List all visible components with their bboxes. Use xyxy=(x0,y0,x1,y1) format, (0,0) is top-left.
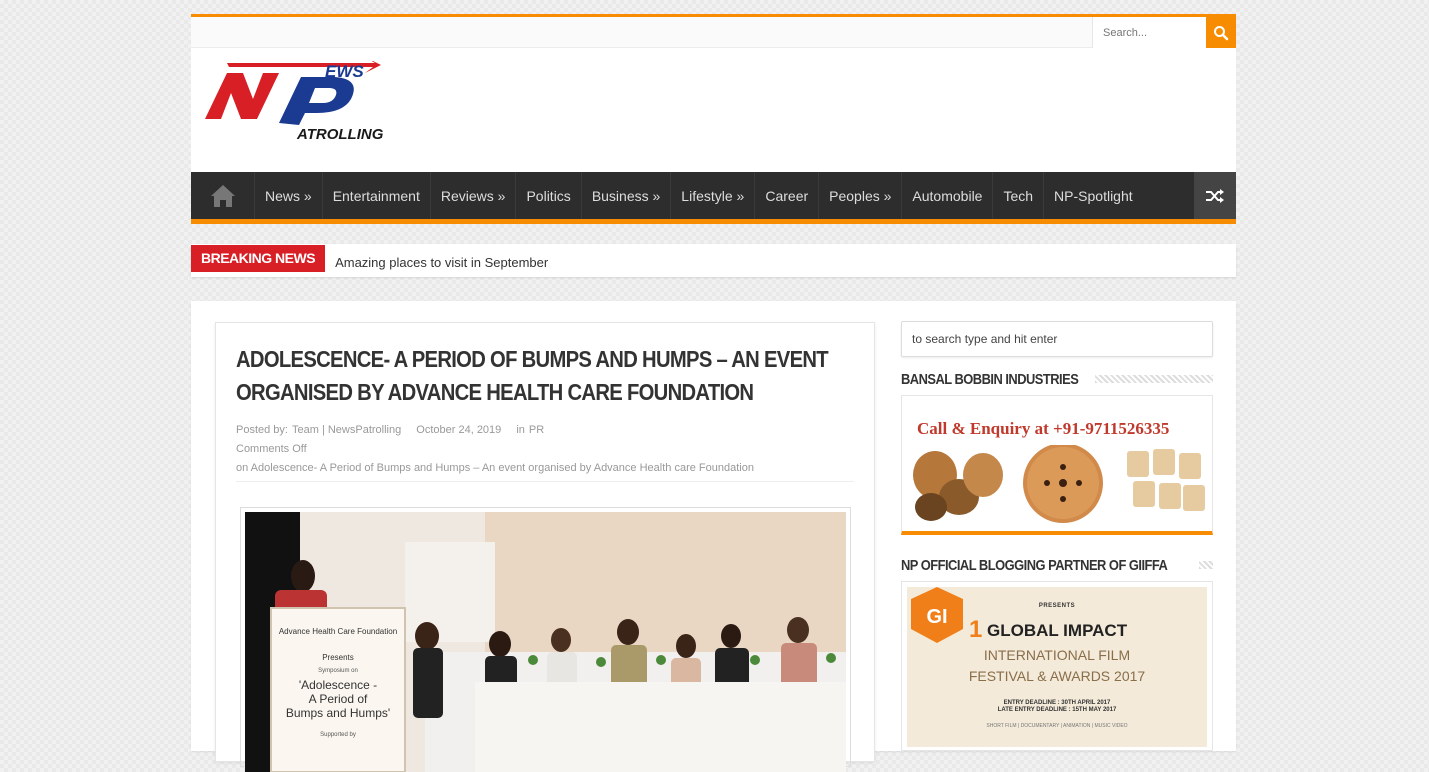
home-icon xyxy=(210,184,235,207)
featured-image[interactable]: Advance Health Care Foundation Presents … xyxy=(245,512,846,772)
bansal-ad[interactable]: Call & Enquiry at +91-9711526335 xyxy=(901,395,1213,535)
nav-item-automobile[interactable]: Automobile xyxy=(902,172,994,219)
giiffa-title: GLOBAL IMPACT xyxy=(987,621,1128,640)
category-link[interactable]: PR xyxy=(529,424,544,436)
giiffa-number: 1 xyxy=(969,616,983,643)
widget-title-stripes xyxy=(1198,561,1213,569)
site-header: EWS ATROLLING xyxy=(191,48,1236,172)
top-search-input[interactable] xyxy=(1092,17,1206,48)
nav-item-career[interactable]: Career xyxy=(755,172,820,219)
svg-text:Symposium on: Symposium on xyxy=(318,668,358,674)
breaking-news-bar: Breaking News Amazing places to visit in… xyxy=(191,244,1236,277)
nav-item-reviews[interactable]: Reviews » xyxy=(431,172,517,219)
shuffle-icon xyxy=(1206,188,1224,203)
search-icon xyxy=(1214,25,1229,40)
widget-title-giiffa: NP Official Blogging Partner of GIIFFA xyxy=(901,555,1213,575)
giiffa-presents: PRESENTS xyxy=(1038,603,1076,609)
featured-image-frame: Advance Health Care Foundation Presents … xyxy=(240,507,851,772)
svg-text:EWS: EWS xyxy=(325,62,364,81)
svg-text:Bumps and Humps': Bumps and Humps' xyxy=(286,706,390,720)
article-meta: Posted by: Team | NewsPatrolling October … xyxy=(236,421,754,478)
giiffa-line1: INTERNATIONAL FILM xyxy=(983,647,1131,663)
sidebar-search-input[interactable]: to search type and hit enter xyxy=(901,321,1213,357)
giiffa-deadline2: LATE ENTRY DEADLINE : 15TH MAY 2017 xyxy=(997,707,1117,713)
svg-text:Presents: Presents xyxy=(322,653,354,662)
main-navigation: News » Entertainment Reviews » Politics … xyxy=(191,172,1236,224)
svg-text:ATROLLING: ATROLLING xyxy=(296,126,384,143)
widget-title-giiffa-text: NP Official Blogging Partner of GIIFFA xyxy=(901,556,1168,574)
page-wrapper: EWS ATROLLING News » Entertainment Revie… xyxy=(191,14,1236,772)
article-card: Adolescence- A Period of Bumps and Humps… xyxy=(215,322,875,772)
bansal-ad-text: Call & Enquiry at +91-9711526335 xyxy=(917,419,1170,438)
meta-divider xyxy=(236,481,854,482)
giiffa-line2: FESTIVAL & AWARDS 2017 xyxy=(968,668,1146,684)
author-link[interactable]: Team | NewsPatrolling xyxy=(292,424,401,436)
nav-item-politics[interactable]: Politics xyxy=(516,172,582,219)
bobbins-image xyxy=(913,445,1205,523)
article-title: Adolescence- A Period of Bumps and Humps… xyxy=(236,346,829,405)
in-label: in xyxy=(516,424,525,436)
svg-text:A Period of: A Period of xyxy=(309,692,368,706)
breaking-news-label: Breaking News xyxy=(191,244,326,272)
giiffa-categories: SHORT FILM | DOCUMENTARY | ANIMATION | M… xyxy=(986,723,1128,729)
nav-item-business[interactable]: Business » xyxy=(582,172,672,219)
giiffa-ad-inner: GI PRESENTS 1 GLOBAL IMPACT INTERNATIONA… xyxy=(907,587,1207,747)
nav-item-np-spotlight[interactable]: NP-Spotlight xyxy=(1044,172,1143,219)
nav-home[interactable] xyxy=(191,172,255,219)
breaking-news-headline[interactable]: Amazing places to visit in September xyxy=(335,255,548,270)
main-content: Adolescence- A Period of Bumps and Humps… xyxy=(191,301,1236,772)
giiffa-deadline1: ENTRY DEADLINE : 30TH APRIL 2017 xyxy=(1003,700,1111,706)
svg-text:'Adolescence -: 'Adolescence - xyxy=(299,678,377,692)
random-article-button[interactable] xyxy=(1194,172,1236,219)
sidebar: to search type and hit enter Bansal Bobb… xyxy=(901,321,1213,751)
post-date: October 24, 2019 xyxy=(416,424,502,436)
posted-by-label: Posted by: xyxy=(236,424,288,436)
post-category: in PR xyxy=(516,424,556,436)
svg-text:GI: GI xyxy=(926,606,947,628)
nav-item-tech[interactable]: Tech xyxy=(993,172,1045,219)
nav-item-lifestyle[interactable]: Lifestyle » xyxy=(671,172,756,219)
gi-logo: GI xyxy=(911,587,963,643)
nav-item-peoples[interactable]: Peoples » xyxy=(819,172,903,219)
top-search-button[interactable] xyxy=(1206,17,1236,48)
giiffa-ad[interactable]: GI PRESENTS 1 GLOBAL IMPACT INTERNATIONA… xyxy=(901,581,1213,751)
nav-item-news[interactable]: News » xyxy=(255,172,323,219)
widget-title-bansal-text: Bansal Bobbin Industries xyxy=(901,370,1079,388)
comments-off: Comments Off xyxy=(236,443,307,455)
widget-title-stripes xyxy=(1095,375,1213,383)
comments-off-on: on Adolescence- A Period of Bumps and Hu… xyxy=(236,462,754,474)
bansal-ad-inner: Call & Enquiry at +91-9711526335 xyxy=(907,401,1207,527)
newspatrolling-logo: EWS ATROLLING xyxy=(205,57,384,143)
event-photo: Advance Health Care Foundation Presents … xyxy=(245,512,846,772)
widget-title-bansal: Bansal Bobbin Industries xyxy=(901,369,1213,389)
site-logo[interactable]: EWS ATROLLING xyxy=(205,57,391,153)
top-bar xyxy=(191,14,1236,48)
svg-text:Advance Health Care Foundation: Advance Health Care Foundation xyxy=(279,627,397,636)
nav-item-entertainment[interactable]: Entertainment xyxy=(323,172,431,219)
top-search xyxy=(1092,17,1236,48)
post-author: Posted by: Team | NewsPatrolling xyxy=(236,424,404,436)
svg-text:Supported by: Supported by xyxy=(320,732,356,738)
